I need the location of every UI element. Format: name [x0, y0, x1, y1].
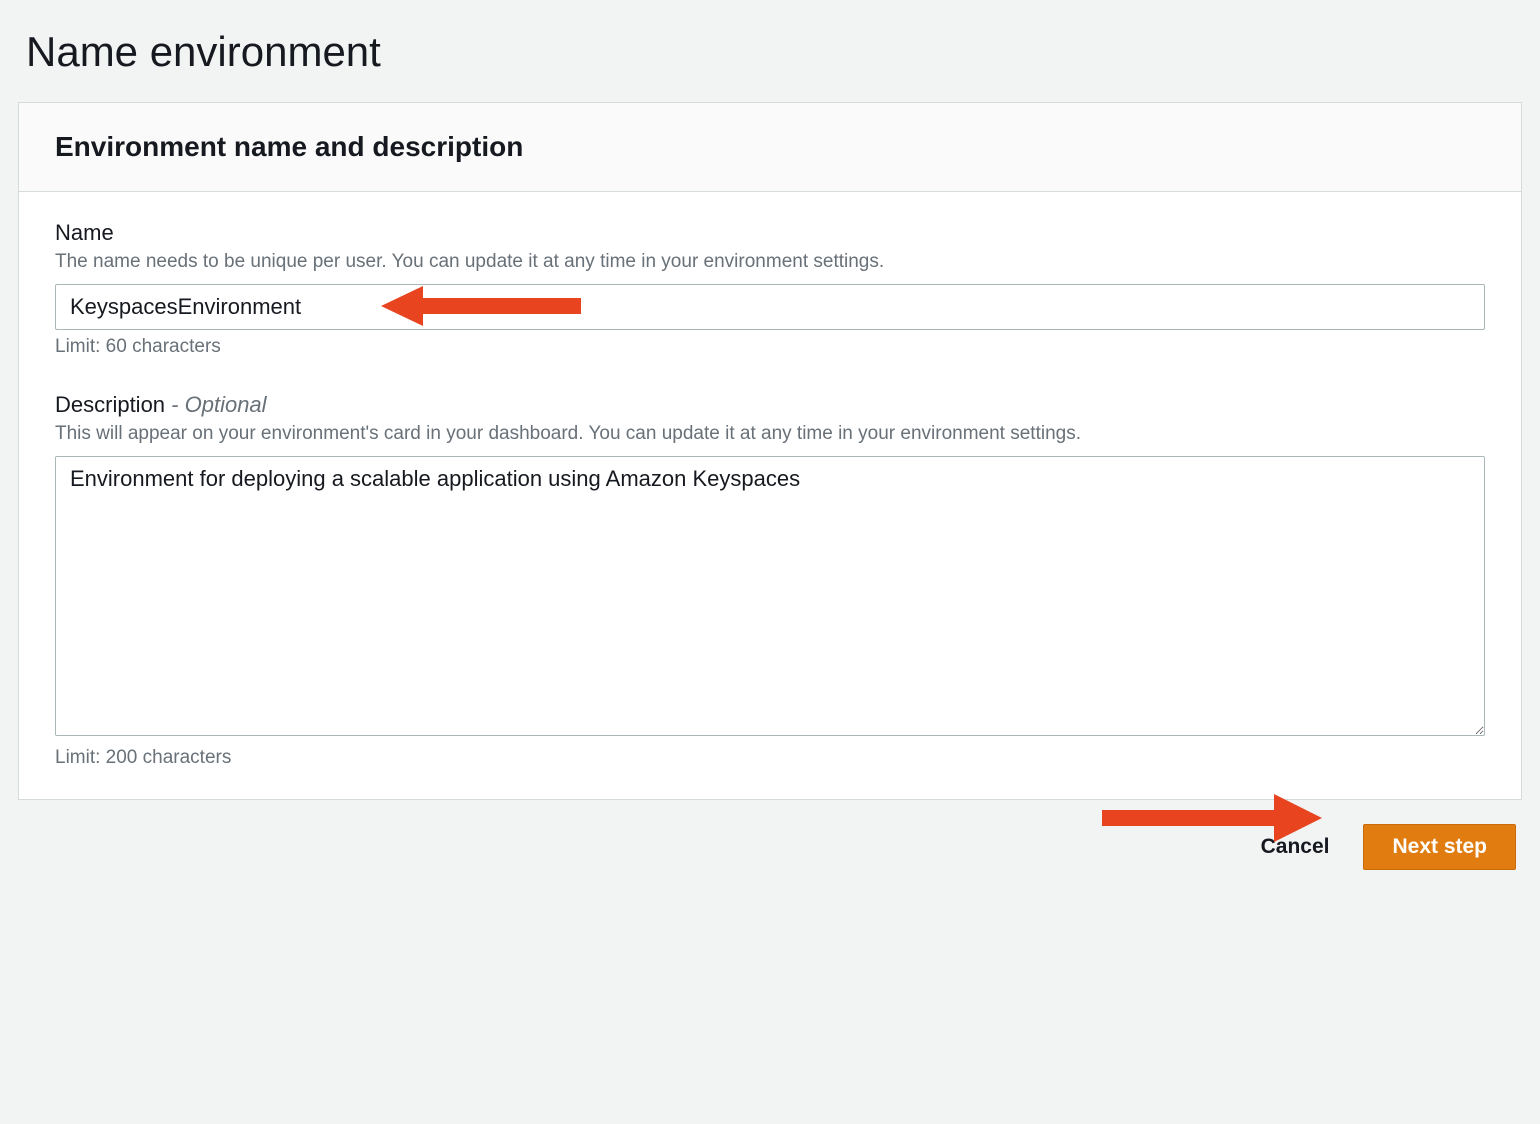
name-form-group: Name The name needs to be unique per use… [55, 220, 1485, 358]
cancel-button[interactable]: Cancel [1251, 825, 1340, 869]
panel-body: Name The name needs to be unique per use… [19, 192, 1521, 799]
action-row-wrap: Cancel Next step [18, 800, 1522, 870]
name-input[interactable] [55, 284, 1485, 331]
description-form-group: Description - Optional This will appear … [55, 392, 1485, 769]
description-label-text: Description [55, 392, 165, 417]
panel-heading: Environment name and description [55, 131, 1485, 163]
page-title: Name environment [18, 28, 1522, 76]
form-panel: Environment name and description Name Th… [18, 102, 1522, 800]
page-container: Name environment Environment name and de… [0, 0, 1540, 890]
description-optional-tag: - Optional [171, 392, 266, 417]
panel-header: Environment name and description [19, 103, 1521, 192]
next-step-button[interactable]: Next step [1363, 824, 1516, 870]
description-label: Description - Optional [55, 392, 1485, 418]
description-textarea[interactable] [55, 456, 1485, 736]
action-row: Cancel Next step [18, 800, 1522, 870]
description-description: This will appear on your environment's c… [55, 420, 1485, 448]
name-limit: Limit: 60 characters [55, 336, 1485, 358]
name-label: Name [55, 220, 1485, 246]
name-description: The name needs to be unique per user. Yo… [55, 248, 1485, 276]
name-input-wrap [55, 284, 1485, 331]
description-limit: Limit: 200 characters [55, 747, 1485, 769]
